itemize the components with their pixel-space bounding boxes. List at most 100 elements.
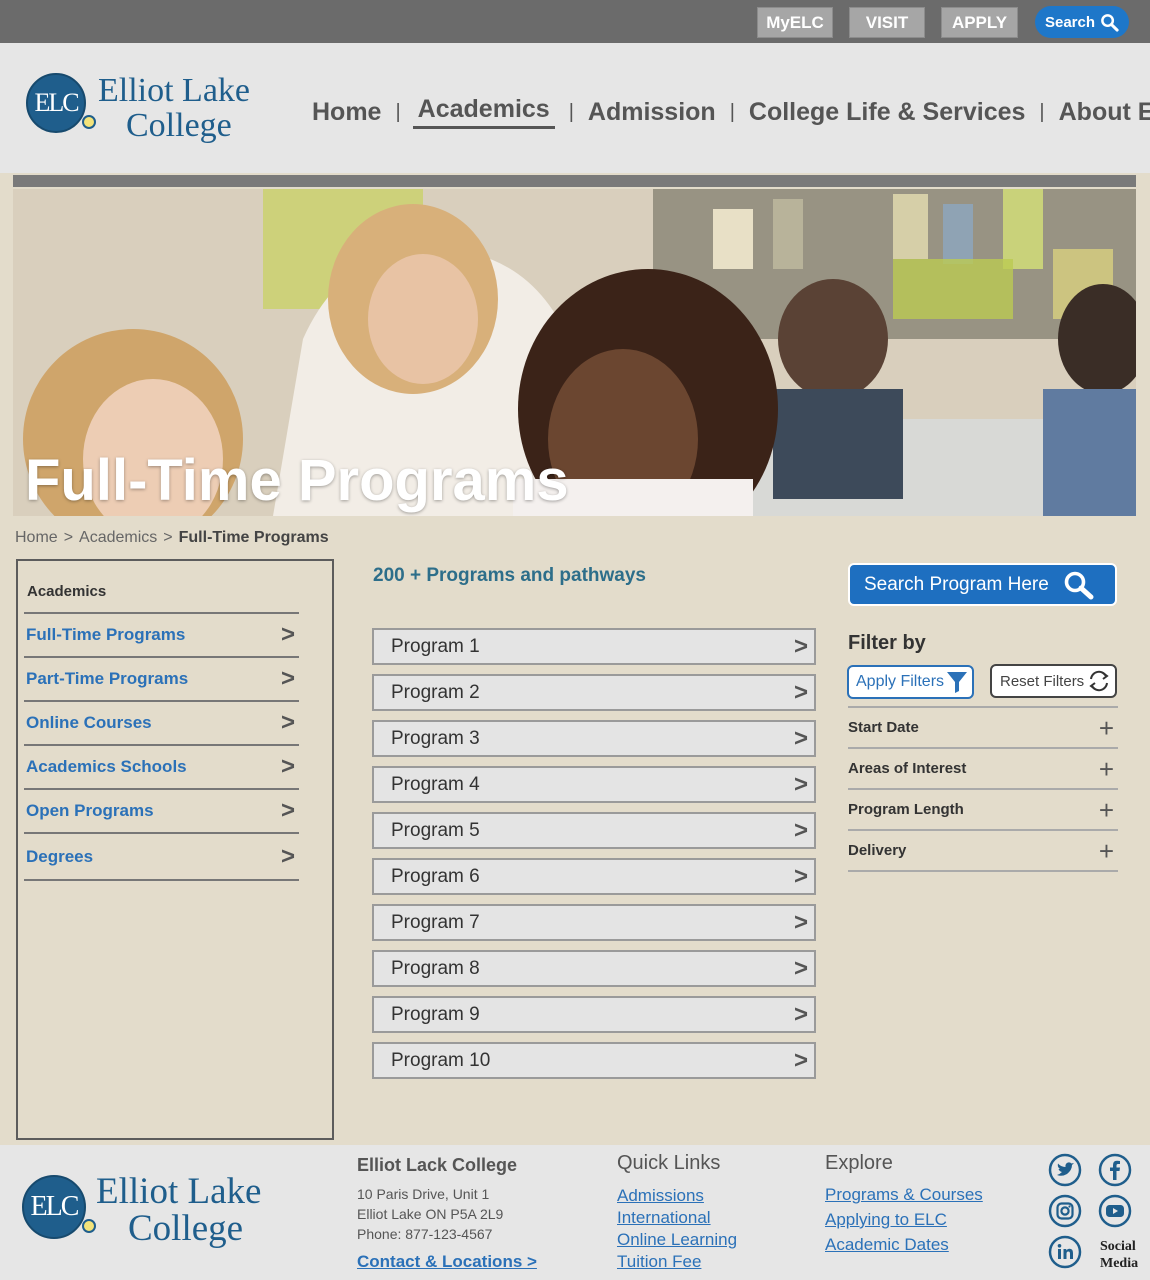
address-line-2: Elliot Lake ON P5A 2L9	[357, 1206, 504, 1222]
chevron-right-icon: >	[793, 1000, 808, 1028]
apply-filters-button[interactable]: Apply Filters	[847, 665, 974, 699]
footer-logo[interactable]: ELC Elliot Lake College	[22, 1173, 312, 1255]
breadcrumb-academics[interactable]: Academics	[79, 529, 157, 546]
logo-line-1: Elliot Lake	[96, 1171, 262, 1212]
breadcrumb-current: Full-Time Programs	[178, 529, 329, 546]
chevron-right-icon: >	[793, 816, 808, 844]
explore-link-programs-courses[interactable]: Programs & Courses	[825, 1182, 983, 1207]
social-label-line-2: Media	[1100, 1256, 1139, 1271]
logo-line-2: College	[128, 1208, 244, 1249]
logo-line-2: College	[126, 107, 232, 144]
program-item[interactable]: Program 3 >	[372, 720, 816, 757]
program-item[interactable]: Program 10 >	[372, 1042, 816, 1079]
search-program-label: Search Program Here	[864, 573, 1049, 595]
site-footer: ELC Elliot Lake College Elliot Lack Coll…	[0, 1145, 1150, 1280]
contact-locations-link[interactable]: Contact & Locations >	[357, 1252, 537, 1272]
chevron-right-icon: >	[280, 665, 295, 692]
filter-program-length[interactable]: Program Length +	[848, 790, 1118, 831]
sidebar-item-academics-schools[interactable]: Academics Schools >	[24, 746, 299, 790]
nav-separator: |	[1039, 100, 1045, 123]
program-label: Program 3	[391, 727, 480, 749]
nav-separator: |	[729, 100, 735, 123]
nav-academics[interactable]: Academics	[412, 95, 555, 129]
search-button-label: Search	[1044, 13, 1096, 31]
nav-home[interactable]: Home	[312, 98, 381, 127]
chevron-right-icon: >	[280, 842, 295, 870]
explore-link-academic-dates[interactable]: Academic Dates	[825, 1232, 983, 1257]
sidebar-item-label: Full-Time Programs	[26, 625, 186, 644]
visit-button[interactable]: VISIT	[849, 7, 925, 38]
footer-college-name: Elliot Lack College	[357, 1155, 518, 1175]
filter-start-date[interactable]: Start Date +	[848, 708, 1118, 749]
chevron-right-icon: >	[793, 724, 808, 752]
logo-wordmark: Elliot Lake College	[96, 1173, 261, 1247]
breadcrumb-home[interactable]: Home	[15, 529, 58, 546]
nav-about[interactable]: About ELC	[1059, 98, 1150, 127]
apply-button[interactable]: APPLY	[941, 7, 1018, 38]
utility-bar: MyELC VISIT APPLY Search	[0, 0, 1150, 43]
program-label: Program 10	[391, 1049, 491, 1071]
program-item[interactable]: Program 5 >	[372, 812, 816, 849]
program-list: Program 1 > Program 2 > Program 3 > Program…	[372, 628, 816, 1088]
explore-title: Explore	[825, 1152, 893, 1174]
footer-address: 10 Paris Drive, Unit 1 Elliot Lake ON P5…	[357, 1184, 537, 1244]
sidebar-item-online-courses[interactable]: Online Courses >	[24, 702, 299, 746]
filter-label: Program Length	[848, 801, 964, 818]
program-item[interactable]: Program 8 >	[372, 950, 816, 987]
program-item[interactable]: Program 1 >	[372, 628, 816, 665]
myelc-button[interactable]: MyELC	[757, 7, 833, 38]
reset-filters-button[interactable]: Reset Filters	[990, 664, 1117, 698]
footer-contact-column: Elliot Lack College 10 Paris Drive, Unit…	[357, 1145, 537, 1272]
refresh-icon	[1089, 670, 1109, 692]
quick-links-title: Quick Links	[617, 1152, 721, 1174]
sidebar-item-degrees[interactable]: Degrees >	[24, 834, 299, 881]
sidebar-item-part-time-programs[interactable]: Part-Time Programs >	[24, 658, 299, 702]
explore-link-applying[interactable]: Applying to ELC	[825, 1207, 983, 1232]
hero-image: Full-Time Programs	[13, 189, 1136, 516]
program-item[interactable]: Program 4 >	[372, 766, 816, 803]
nav-admission[interactable]: Admission	[588, 98, 716, 127]
chevron-right-icon: >	[793, 632, 808, 660]
search-button[interactable]: Search	[1035, 6, 1129, 38]
sidebar-item-full-time-programs[interactable]: Full-Time Programs >	[24, 614, 299, 658]
sidebar-item-open-programs[interactable]: Open Programs >	[24, 790, 299, 834]
hero-top-strip	[13, 175, 1136, 187]
program-item[interactable]: Program 7 >	[372, 904, 816, 941]
apply-filters-label: Apply Filters	[856, 673, 945, 690]
chevron-right-icon: >	[793, 862, 808, 890]
nav-college-life[interactable]: College Life & Services	[749, 98, 1026, 127]
quick-link-admissions[interactable]: Admissions	[617, 1185, 737, 1207]
page-title: Full-Time Programs	[25, 448, 569, 513]
quick-link-tuition-fee[interactable]: Tuition Fee	[617, 1251, 737, 1273]
search-program-button[interactable]: Search Program Here	[848, 563, 1117, 606]
filter-areas-of-interest[interactable]: Areas of Interest +	[848, 749, 1118, 790]
main-nav: Home | Academics | Admission | College L…	[312, 95, 1150, 129]
college-logo[interactable]: ELC Elliot Lake College	[26, 73, 286, 153]
quick-link-international[interactable]: International	[617, 1207, 737, 1229]
logo-mark: ELC	[26, 73, 86, 133]
phone-number: Phone: 877-123-4567	[357, 1226, 493, 1242]
quick-link-online-learning[interactable]: Online Learning	[617, 1229, 737, 1251]
filter-label: Start Date	[848, 719, 919, 736]
footer-explore: Explore Programs & Courses Applying to E…	[825, 1145, 983, 1257]
breadcrumb-separator: >	[63, 529, 74, 546]
program-item[interactable]: Program 9 >	[372, 996, 816, 1033]
filter-delivery[interactable]: Delivery +	[848, 831, 1118, 872]
program-item[interactable]: Program 6 >	[372, 858, 816, 895]
search-icon	[1064, 571, 1094, 599]
academics-sidebar: Academics Full-Time Programs > Part-Time …	[16, 559, 334, 1140]
chevron-right-icon: >	[793, 678, 808, 706]
twitter-icon[interactable]	[1048, 1153, 1082, 1187]
program-item[interactable]: Program 2 >	[372, 674, 816, 711]
programs-heading: 200 + Programs and pathways	[373, 565, 646, 586]
youtube-icon[interactable]	[1098, 1194, 1132, 1228]
filter-label: Delivery	[848, 842, 907, 859]
chevron-right-icon: >	[280, 621, 295, 648]
breadcrumb-separator: >	[163, 529, 173, 546]
program-label: Program 7	[391, 911, 480, 933]
logo-dot	[82, 1219, 96, 1233]
instagram-icon[interactable]	[1048, 1194, 1082, 1228]
funnel-icon	[947, 672, 968, 693]
linkedin-icon[interactable]	[1048, 1235, 1082, 1269]
facebook-icon[interactable]	[1098, 1153, 1132, 1187]
